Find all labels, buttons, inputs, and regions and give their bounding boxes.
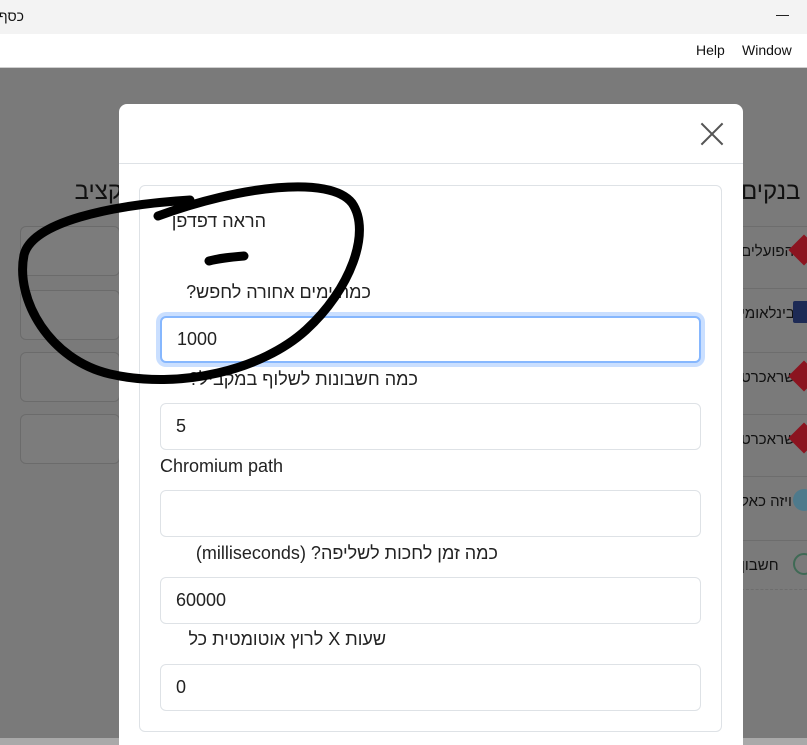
bank-item[interactable]: ישראכרט [741,352,807,402]
chromium-path-input[interactable] [160,490,701,537]
menu-bar: Help Window [0,34,807,68]
bank-item[interactable]: ישראכרט [741,414,807,464]
budget-heading: קציב [74,178,122,205]
bank-logo-icon [793,489,807,511]
bank-item[interactable]: הבינלאומי [741,288,807,338]
budget-card[interactable] [20,414,120,464]
account-icon [793,553,807,575]
banks-heading: בנקים [741,178,801,205]
days-back-input[interactable] [160,316,701,363]
settings-modal: הראה דפדפן כמה ימים אחורה לחפש? כמה חשבו… [119,104,743,745]
bank-logo-icon [793,301,807,323]
minimize-button[interactable] [776,15,789,16]
budget-card[interactable] [20,226,120,276]
auto-run-input[interactable] [160,664,701,711]
settings-form: הראה דפדפן כמה ימים אחורה לחפש? כמה חשבו… [139,185,722,732]
bank-item[interactable]: ויזה כאל [741,476,807,526]
timeout-input[interactable] [160,577,701,624]
budget-card[interactable] [20,290,120,340]
bank-name: הפועלים [741,243,794,260]
bank-logo-icon [788,422,807,454]
modal-header [119,104,743,164]
accounts-input[interactable] [160,403,701,450]
close-icon[interactable] [699,121,725,147]
bank-logo-icon [788,360,807,392]
bank-name: חשבון [741,557,779,574]
bank-item[interactable]: הפועלים [741,226,807,276]
chromium-path-label: Chromium path [160,456,284,476]
window-title: כסף [0,8,24,24]
bank-logo-icon [788,234,807,266]
menu-window[interactable]: Window [742,42,792,58]
title-bar: כסף [0,0,807,34]
budget-card[interactable] [20,352,120,402]
menu-help[interactable]: Help [696,42,725,58]
bank-name: ויזה כאל [741,493,792,510]
bank-item[interactable]: חשבון [741,540,807,590]
